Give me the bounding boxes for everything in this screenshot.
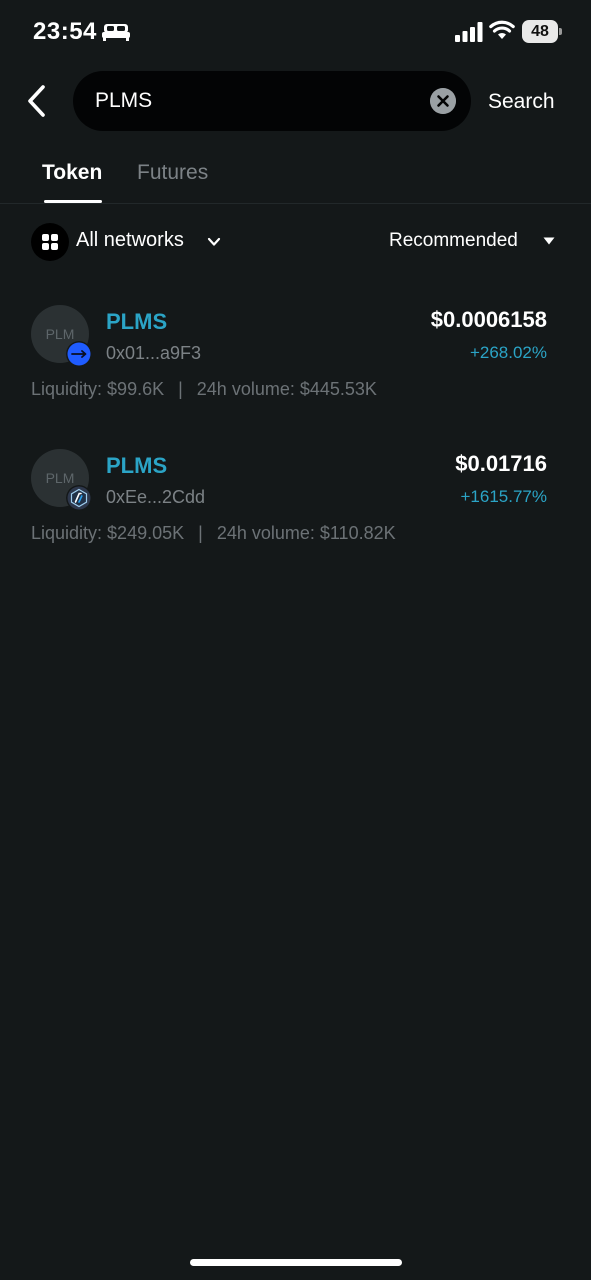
token-row[interactable]: PLM PLMS 0x01...a9F3 $0.0006158 +268.02%…: [0, 305, 591, 435]
battery-cap: [559, 28, 562, 35]
chevron-left-icon: [28, 85, 45, 117]
token-change: +1615.77%: [460, 487, 548, 506]
bed-icon: [102, 24, 130, 41]
token-row[interactable]: PLM PLMS 0xEe...2Cdd $0.01716 +1615.77% …: [0, 449, 591, 579]
battery-level: 48: [522, 20, 558, 43]
token-liquidity: Liquidity: $99.6K: [31, 379, 165, 399]
token-price: $0.0006158: [430, 307, 547, 332]
search-input[interactable]: [95, 81, 415, 121]
token-stats: Liquidity: $249.05K | 24h volume: $110.82K: [31, 523, 396, 544]
arrow-chain-icon: [66, 341, 92, 367]
network-filter-label: All networks: [76, 229, 184, 251]
token-volume: 24h volume: $445.53K: [196, 379, 377, 399]
network-filter[interactable]: All networks: [31, 223, 231, 261]
battery-icon: 48: [522, 20, 562, 43]
search-box[interactable]: [73, 71, 471, 131]
chevron-down-icon: [207, 237, 221, 246]
tabs-divider: [0, 203, 591, 204]
search-button[interactable]: Search: [488, 90, 555, 114]
sort-dropdown[interactable]: Recommended: [388, 229, 560, 255]
stats-separator: |: [178, 379, 183, 399]
token-name: PLMS: [106, 309, 168, 334]
signal-icon: [455, 22, 483, 42]
wifi-icon: [489, 20, 515, 39]
home-indicator[interactable]: [190, 1259, 402, 1266]
token-address: 0xEe...2Cdd: [106, 487, 206, 507]
token-change: +268.02%: [469, 343, 547, 362]
grid-icon: [42, 234, 58, 250]
caret-down-icon: [543, 237, 555, 245]
token-liquidity: Liquidity: $249.05K: [31, 523, 185, 543]
token-name: PLMS: [106, 453, 168, 478]
tab-futures[interactable]: Futures: [137, 161, 208, 185]
clear-icon[interactable]: [430, 88, 456, 114]
back-button[interactable]: [20, 82, 56, 120]
tab-token[interactable]: Token: [42, 161, 102, 185]
search-results-screen: 23:54 48 PLMS Search Token Futures All n…: [0, 0, 591, 1280]
arbitrum-icon: [66, 485, 92, 511]
sort-label: Recommended: [389, 230, 518, 251]
token-volume: 24h volume: $110.82K: [216, 523, 396, 543]
token-address: 0x01...a9F3: [106, 343, 202, 363]
status-bar: 23:54 48: [0, 0, 591, 64]
token-price: $0.01716: [455, 451, 547, 476]
token-stats: Liquidity: $99.6K | 24h volume: $445.53K: [31, 379, 377, 400]
status-time: 23:54: [33, 18, 97, 45]
network-icon-circle: [31, 223, 69, 261]
stats-separator: |: [198, 523, 203, 543]
